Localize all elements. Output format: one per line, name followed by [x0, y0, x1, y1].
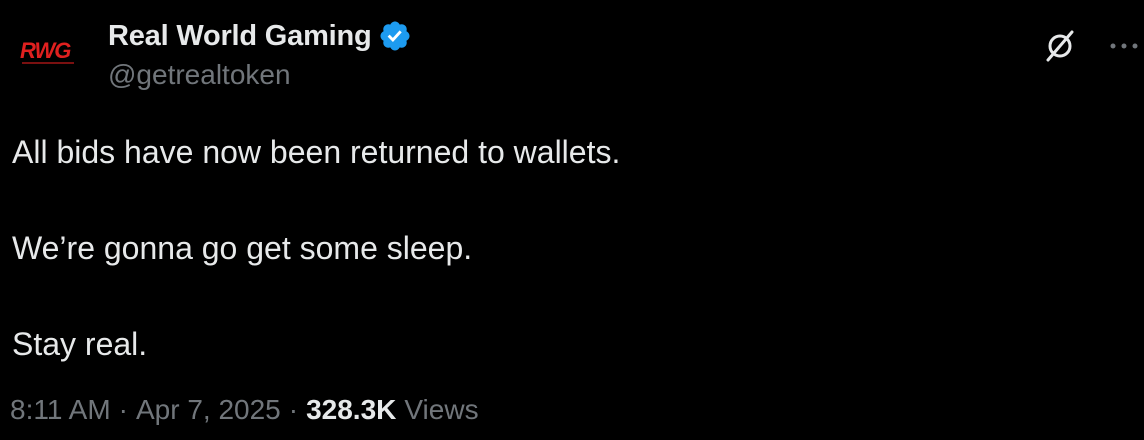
meta-separator: · — [288, 394, 299, 425]
author-display-name[interactable]: Real World Gaming — [108, 20, 372, 53]
tweet-line: We’re gonna go get some sleep. — [12, 230, 473, 266]
grok-icon — [1046, 30, 1074, 62]
tweet-text: All bids have now been returned to walle… — [12, 128, 1132, 368]
tweet-line: Stay real. — [12, 326, 148, 362]
svg-text:RWG: RWG — [20, 38, 71, 63]
more-icon — [1110, 43, 1138, 49]
author-name-row: Real World Gaming — [108, 14, 412, 58]
tweet-line: All bids have now been returned to walle… — [12, 134, 621, 170]
avatar[interactable]: RWG — [0, 0, 100, 108]
views-count[interactable]: 328.3K — [306, 394, 396, 425]
author-handle[interactable]: @getrealtoken — [108, 59, 291, 91]
rwg-logo: RWG — [20, 38, 74, 64]
meta-separator: · — [118, 394, 128, 425]
tweet-time[interactable]: 8:11 AM — [10, 394, 111, 425]
more-options-button[interactable] — [1104, 26, 1144, 66]
verified-badge-icon[interactable] — [378, 19, 412, 53]
tweet-line-blank — [12, 176, 1132, 224]
tweet-line-blank — [12, 272, 1132, 320]
grok-button[interactable] — [1038, 24, 1082, 68]
tweet-meta: 8:11 AM · Apr 7, 2025 · 328.3K Views — [10, 394, 479, 426]
tweet-date[interactable]: Apr 7, 2025 — [136, 394, 281, 425]
views-label[interactable]: Views — [404, 394, 478, 425]
